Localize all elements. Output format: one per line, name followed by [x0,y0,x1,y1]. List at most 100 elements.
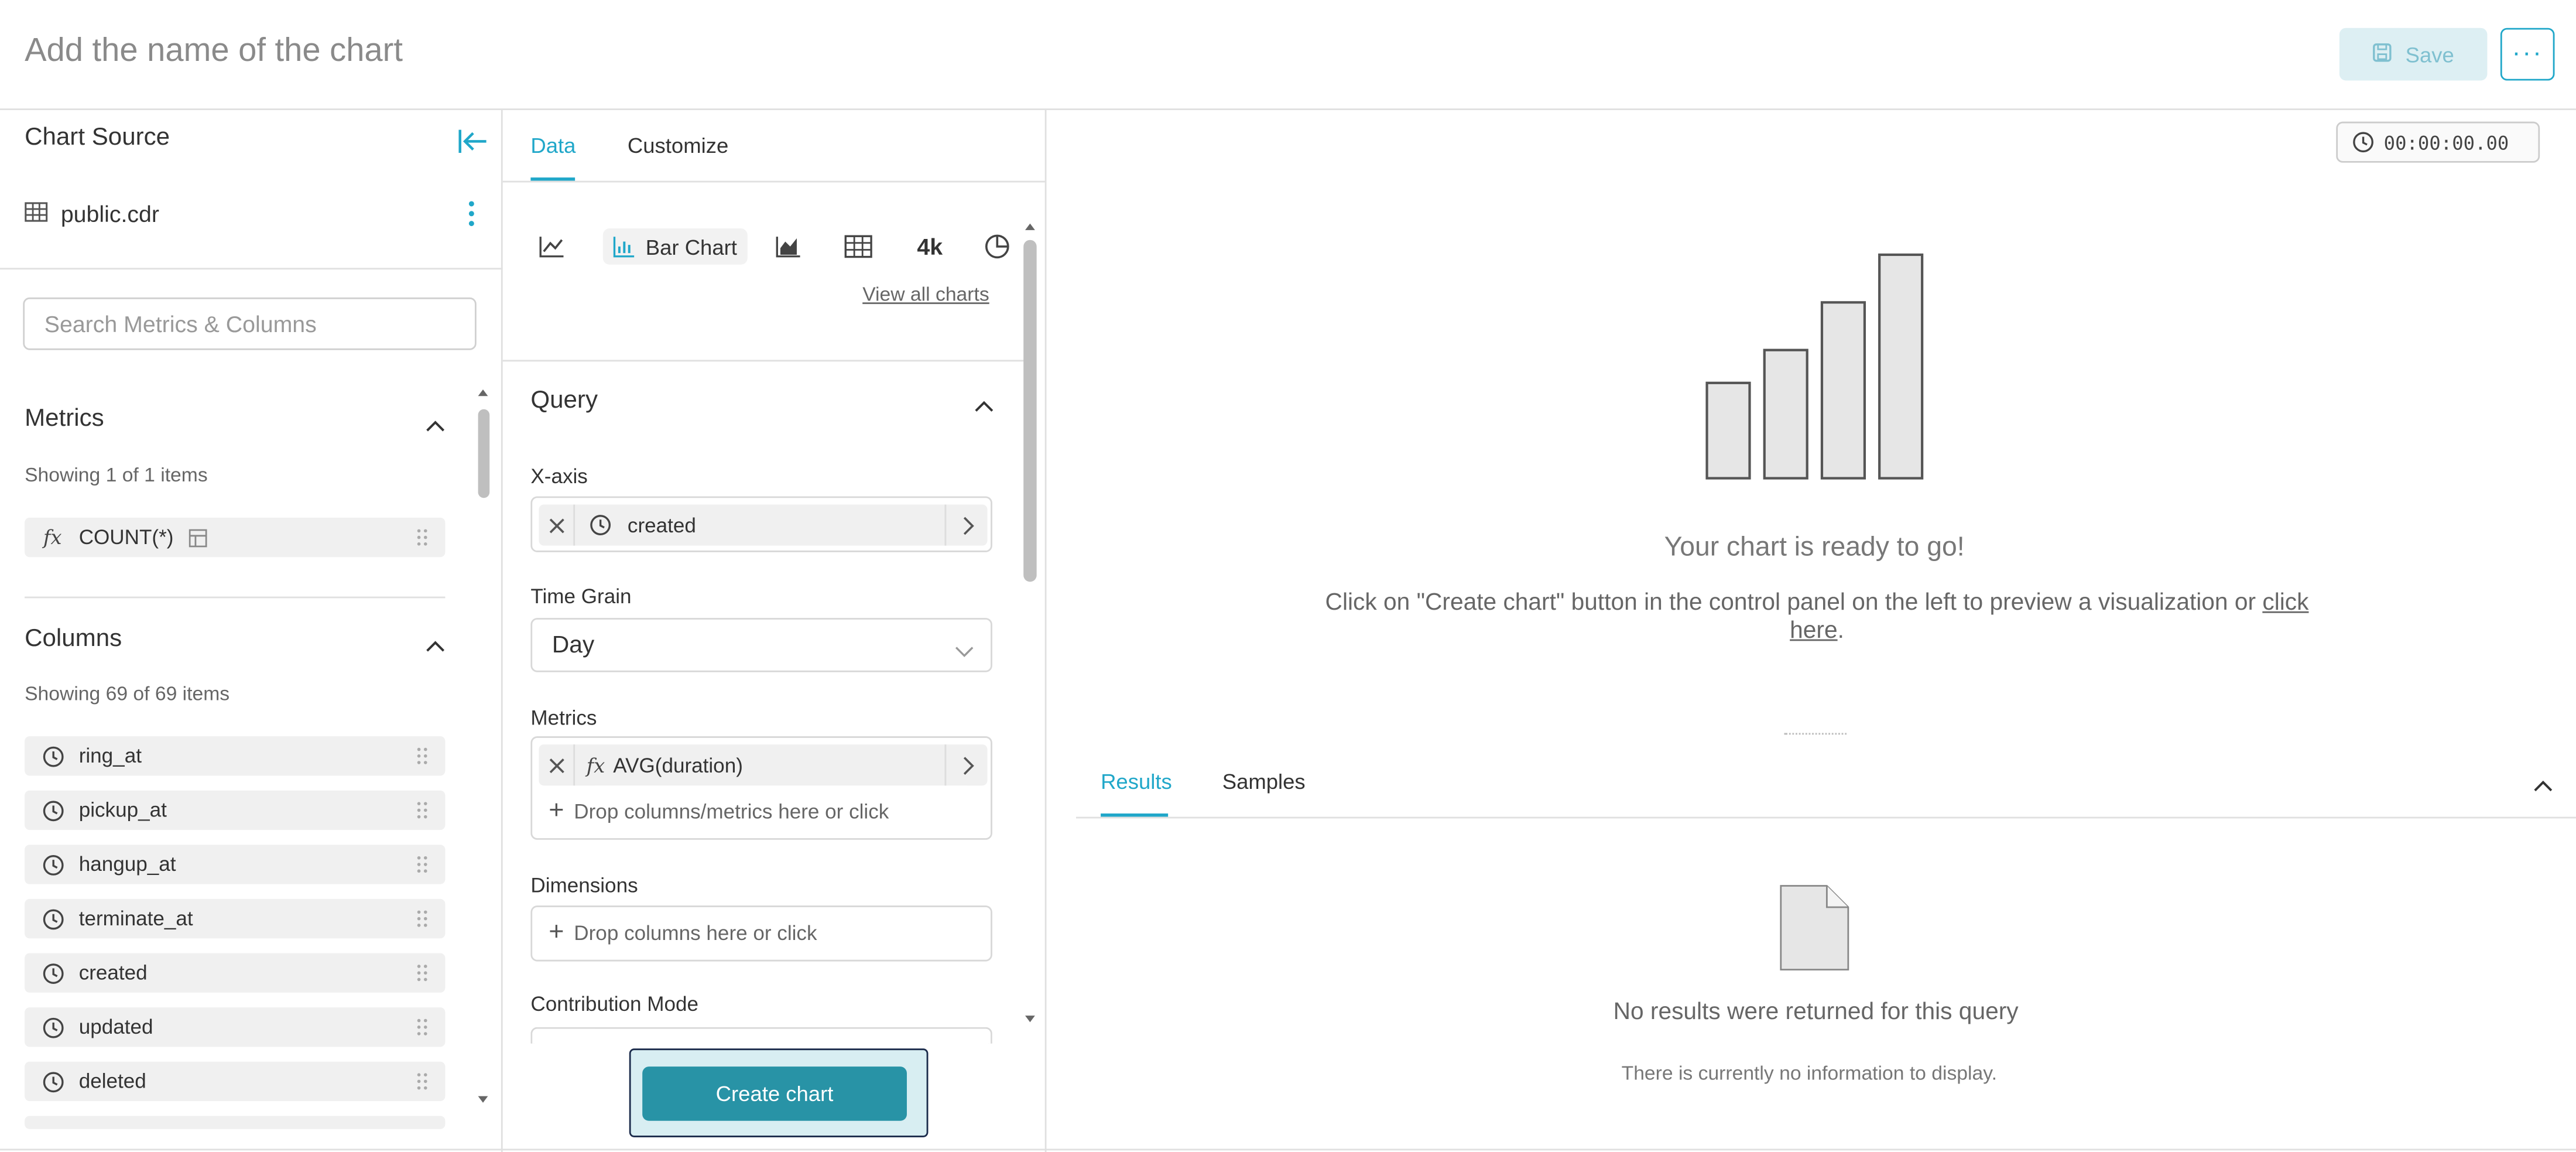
drag-handle-icon[interactable] [416,909,429,929]
metrics-count: Showing 1 of 1 items [25,463,208,487]
drag-handle-icon[interactable] [416,746,429,766]
control-panel-scrollbar[interactable] [1022,220,1038,1029]
column-item[interactable]: terminate_at [25,898,446,939]
scrollbar-thumb[interactable] [478,409,490,498]
timer-value: 00:00:00.00 [2383,131,2509,154]
dataset-more-icon[interactable] [467,199,477,229]
metrics-field[interactable]: fx AVG(duration) + Drop columns/metrics … [530,736,992,840]
save-label: Save [2405,42,2454,67]
column-label: terminate_at [78,907,193,931]
tab-results[interactable]: Results [1101,769,1172,794]
divider [1075,816,2576,819]
dimensions-field[interactable]: + Drop columns here or click [530,905,992,962]
search-metrics-input[interactable]: Search Metrics & Columns [23,297,477,350]
metric-item[interactable]: fx COUNT(*) [25,517,446,558]
save-button[interactable]: Save [2339,28,2488,81]
metric-label: COUNT(*) [78,525,174,549]
time-grain-label: Time Grain [530,584,632,609]
chevron-right-icon[interactable] [944,504,988,546]
chevron-down-icon [954,640,974,658]
tab-customize[interactable]: Customize [628,133,728,158]
drag-handle-icon[interactable] [416,854,429,874]
calculator-icon [188,528,207,547]
collapse-panel-icon[interactable] [457,127,489,156]
drag-handle-icon[interactable] [416,1017,429,1037]
metrics-drop-area[interactable]: + Drop columns/metrics here or click [549,797,889,825]
save-icon [2372,42,2392,67]
column-item[interactable]: ring_at [25,736,446,776]
column-item-partial [25,1116,446,1129]
more-icon: ··· [2512,39,2543,68]
column-label: pickup_at [78,798,167,822]
chevron-up-icon[interactable] [424,412,447,432]
dimensions-drop-area[interactable]: + Drop columns here or click [549,918,817,947]
drag-handle-icon[interactable] [416,1072,429,1092]
scrollbar-thumb[interactable] [1023,240,1037,582]
clock-icon [41,799,64,822]
chevron-up-icon[interactable] [972,393,995,412]
column-item[interactable]: pickup_at [25,790,446,830]
column-item[interactable]: updated [25,1007,446,1047]
time-grain-value: Day [551,631,595,658]
view-all-charts-link[interactable]: View all charts [862,283,989,306]
drag-handle-icon[interactable] [416,963,429,983]
fx-icon: fx [586,753,605,777]
divider [25,596,446,599]
contribution-mode-select[interactable] [530,1027,992,1044]
bar-chart-icon [613,235,636,257]
table-chart-icon[interactable] [841,228,874,265]
create-chart-button[interactable]: Create chart [642,1066,907,1121]
query-section-title: Query [530,386,598,415]
close-icon[interactable] [539,744,576,786]
chart-header: Add the name of the chart Save ··· [0,0,2576,111]
pie-chart-icon[interactable] [982,228,1012,265]
dimensions-label: Dimensions [530,874,638,898]
chart-name-input[interactable]: Add the name of the chart [25,33,403,71]
query-timer: 00:00:00.00 [2336,121,2540,163]
dimensions-drop-hint: Drop columns here or click [574,922,817,945]
x-axis-pill[interactable]: created [539,504,988,546]
drag-handle-icon[interactable] [416,528,429,548]
metric-pill[interactable]: fx AVG(duration) [539,744,988,786]
clock-icon [2352,131,2373,153]
divider [502,180,1047,183]
columns-scrollbar[interactable] [477,389,490,1126]
clock-icon [41,744,64,767]
plus-icon: + [549,797,564,825]
ready-desc-suffix: . [1837,618,1844,644]
no-results-title: No results were returned for this query [1613,999,2019,1026]
area-chart-icon[interactable] [774,228,804,265]
chart-ready-title: Your chart is ready to go! [1664,532,1965,562]
chart-placeholder-icon [1705,251,1926,490]
chevron-up-icon[interactable] [2532,772,2554,792]
plus-icon: + [549,918,564,947]
chart-ready-description: Click on "Create chart" button in the co… [1324,590,2310,645]
explore-app: Add the name of the chart Save ··· Chart… [0,0,2576,1152]
ready-desc-text: Click on "Create chart" button in the co… [1325,590,2263,617]
metric-value: AVG(duration) [613,753,743,777]
time-grain-select[interactable]: Day [530,618,992,672]
x-axis-label: X-axis [530,465,588,488]
fx-icon: fx [43,525,62,549]
more-options-button[interactable]: ··· [2500,28,2555,81]
line-chart-icon[interactable] [537,228,567,265]
control-panel: Data Customize Bar Chart 4k View all cha… [502,110,1047,1152]
column-item[interactable]: created [25,953,446,993]
close-icon[interactable] [539,504,576,546]
chevron-right-icon[interactable] [944,744,988,786]
x-axis-field[interactable]: created [530,496,992,552]
bar-chart-option[interactable]: Bar Chart [602,228,747,265]
chevron-up-icon[interactable] [424,633,447,652]
column-item[interactable]: hangup_at [25,845,446,884]
tab-samples[interactable]: Samples [1222,769,1306,794]
dataset-selector[interactable]: public.cdr [25,200,159,227]
tab-data[interactable]: Data [530,133,576,158]
columns-section-title: Columns [25,624,122,653]
divider [0,1148,2576,1151]
empty-document-icon [1779,884,1851,982]
clock-icon [41,1070,64,1093]
drag-handle-icon[interactable] [416,801,429,821]
big-number-option[interactable]: 4k [912,228,948,265]
column-item[interactable]: deleted [25,1061,446,1102]
resize-handle[interactable] [1784,733,1847,735]
